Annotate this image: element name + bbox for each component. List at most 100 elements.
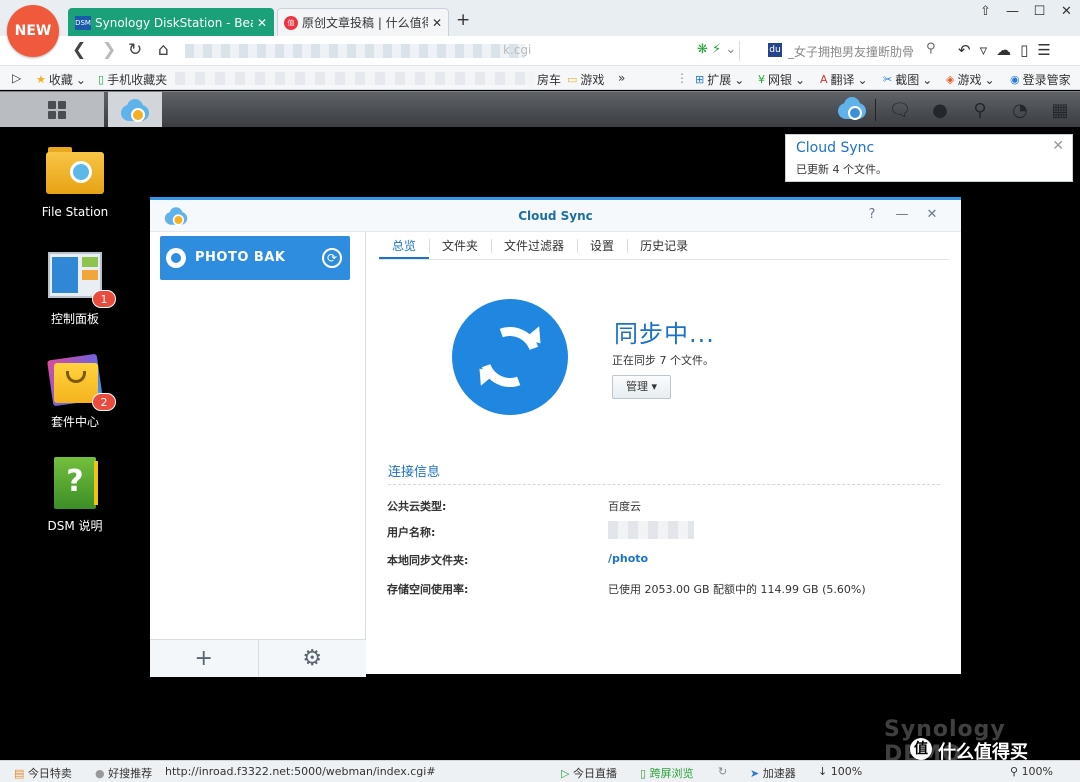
reload-icon[interactable]: ↻ xyxy=(128,40,142,60)
search-text: _女子拥抱男友撞断肋骨 xyxy=(788,45,915,59)
grid-icon xyxy=(48,101,66,119)
home-icon[interactable]: ⌂ xyxy=(158,40,169,60)
close-icon[interactable]: ✕ xyxy=(432,16,442,30)
login-manager[interactable]: ◉ 登录管家 xyxy=(1010,71,1071,88)
desktop-icon-control-panel[interactable]: 1 控制面板 xyxy=(25,250,125,327)
separator-icon: ⋮ xyxy=(676,71,688,85)
extension-menu[interactable]: ⊞ 扩展 ⌄ xyxy=(695,71,744,88)
back-icon[interactable]: ❮ xyxy=(72,40,86,60)
new-tab-button[interactable]: + xyxy=(456,10,470,30)
task-item-photo-bak[interactable]: PHOTO BAK ⟳ xyxy=(160,236,350,280)
settings-button[interactable]: ⚙ xyxy=(259,640,367,677)
local-folder-link[interactable]: /photo xyxy=(608,552,648,565)
content-tabs: 总览 文件夹 文件过滤器 设置 历史记录 xyxy=(379,232,949,260)
more-bookmarks-icon[interactable]: » xyxy=(618,71,625,85)
bookmark-mobile[interactable]: ▯ 手机收藏夹 xyxy=(98,71,167,88)
folder-icon: ▭ xyxy=(567,73,578,86)
taskbar-cloud-sync[interactable] xyxy=(108,92,162,128)
history-icon[interactable]: ↻ xyxy=(718,765,727,778)
translate-menu[interactable]: A 翻译 ⌄ xyxy=(820,71,868,88)
close-window-button[interactable]: ✕ xyxy=(1053,4,1080,19)
bookmarks-redacted xyxy=(175,72,535,85)
zoom-level[interactable]: ⚲ 100% xyxy=(1010,765,1053,778)
scissors-icon: ✂ xyxy=(883,73,893,86)
accelerator-button[interactable]: ➤ 加速器 xyxy=(750,765,796,781)
window-controls: ⇧ — ☐ ✕ xyxy=(972,4,1080,19)
skin-icon[interactable]: ⇧ xyxy=(972,4,999,19)
minimize-button[interactable]: — xyxy=(887,207,917,222)
mobile-icon: ▯ xyxy=(98,73,105,86)
tab-label: Synology DiskStation - BearDi xyxy=(95,15,253,30)
game-menu[interactable]: ◈ 游戏 ⌄ xyxy=(946,71,995,88)
tab-folders[interactable]: 文件夹 xyxy=(429,232,491,259)
cloud-sync-icon xyxy=(121,99,149,122)
info-value: 已使用 2053.00 GB 配额中的 114.99 GB (5.60%) xyxy=(608,583,866,596)
translate-icon: A xyxy=(820,73,828,86)
security-icon[interactable]: ❋ ⚡ ⌄ xyxy=(697,42,736,57)
tab-synology[interactable]: DSM Synology DiskStation - BearDi ✕ xyxy=(68,8,274,36)
tab-file-filter[interactable]: 文件过滤器 xyxy=(491,232,577,259)
syncing-icon: ⟳ xyxy=(322,248,342,268)
sidebar-toggle-icon[interactable]: ▷ xyxy=(12,71,21,85)
maximize-button[interactable]: ☐ xyxy=(1026,4,1053,19)
search-input[interactable]: du _女子拥抱男友撞断肋骨 ⚲ xyxy=(764,40,944,62)
widget-icon[interactable]: ◔ xyxy=(1000,100,1040,121)
desktop-icon-dsm-help[interactable]: ? DSM 说明 xyxy=(25,457,125,534)
info-key: 用户名称: xyxy=(387,526,436,539)
minimize-button[interactable]: — xyxy=(999,4,1026,19)
browser-window: { "browser": { "new_badge": "NEW", "tabs… xyxy=(0,0,1080,782)
help-button[interactable]: ? xyxy=(857,207,887,222)
gift-icon: ▤ xyxy=(14,767,25,780)
status-title: 同步中... xyxy=(614,320,715,348)
download-zoom[interactable]: ↓ 100% xyxy=(818,765,862,778)
bookmark-favorites[interactable]: ★ 收藏 ⌄ xyxy=(36,71,86,88)
tab-smzdm[interactable]: 值 原创文章投稿 | 什么值得买 ✕ xyxy=(277,8,449,36)
notification-message: 已更新 4 个文件。 xyxy=(796,163,887,176)
browser-status-bar: ▤ 今日特卖 ● 好搜推荐 http://inroad.f3322.net:50… xyxy=(0,760,1080,782)
window-title-bar[interactable]: Cloud Sync ? — ✕ xyxy=(150,200,961,232)
toolbar-icons[interactable]: ↶▿☁▯☰ xyxy=(958,41,1060,59)
baidu-cloud-icon xyxy=(166,248,186,268)
desktop-icon-file-station[interactable]: File Station xyxy=(25,145,125,219)
cloud-sync-window: Cloud Sync ? — ✕ PHOTO BAK ⟳ + ⚙ 总览 文件夹 … xyxy=(150,197,961,677)
manage-button[interactable]: 管理 ▾ xyxy=(612,375,671,399)
bank-menu[interactable]: ¥ 网银 ⌄ xyxy=(758,71,805,88)
search-icon[interactable]: ⚲ xyxy=(960,100,1000,121)
url-input[interactable]: k.cgi xyxy=(185,41,740,61)
tab-settings[interactable]: 设置 xyxy=(577,232,627,259)
star-icon: ★ xyxy=(36,73,46,86)
help-book-icon: ? xyxy=(46,457,104,511)
close-button[interactable]: ✕ xyxy=(917,207,947,222)
bookmark-rv[interactable]: 房车 xyxy=(537,71,561,88)
dsm-icon: DSM xyxy=(75,15,91,30)
info-key: 存储空间使用率: xyxy=(387,583,469,596)
close-icon[interactable]: ✕ xyxy=(1052,138,1064,154)
forward-icon[interactable]: ❯ xyxy=(102,40,116,60)
main-menu-button[interactable] xyxy=(0,92,104,128)
recommend[interactable]: ● 好搜推荐 xyxy=(95,765,152,781)
extension-icon: ⊞ xyxy=(695,73,705,86)
user-icon[interactable]: ● xyxy=(920,100,960,121)
close-icon[interactable]: ✕ xyxy=(257,16,267,30)
download-icon: ↓ xyxy=(818,765,828,778)
dsm-tray: 🗨 ● ⚲ ◔ ▦ xyxy=(831,92,1080,128)
notification-popup[interactable]: Cloud Sync 已更新 4 个文件。 ✕ xyxy=(785,134,1073,182)
cloud-sync-tray-icon[interactable] xyxy=(831,96,871,124)
today-deals[interactable]: ▤ 今日特卖 xyxy=(14,765,72,781)
tab-overview[interactable]: 总览 xyxy=(379,232,430,259)
bookmark-games-folder[interactable]: ▭ 游戏 xyxy=(567,71,604,88)
live-button[interactable]: ▷ 今日直播 xyxy=(561,765,617,781)
smzdm-logo: 值什么值得买 xyxy=(910,738,1075,763)
search-icon[interactable]: ⚲ xyxy=(926,41,936,56)
windows-icon[interactable]: ▦ xyxy=(1040,100,1080,121)
cross-screen-button[interactable]: ▯ 跨屏浏览 xyxy=(640,765,694,781)
notification-icon[interactable]: 🗨 xyxy=(880,100,920,121)
new-badge[interactable]: NEW xyxy=(7,5,59,57)
play-icon: ▷ xyxy=(561,767,570,780)
info-value-redacted xyxy=(608,521,694,542)
desktop-icon-package-center[interactable]: 2 套件中心 xyxy=(25,353,125,430)
screenshot-menu[interactable]: ✂ 截图 ⌄ xyxy=(883,71,932,88)
tab-history[interactable]: 历史记录 xyxy=(627,232,701,259)
window-controls: ? — ✕ xyxy=(857,207,947,222)
add-button[interactable]: + xyxy=(150,640,259,677)
